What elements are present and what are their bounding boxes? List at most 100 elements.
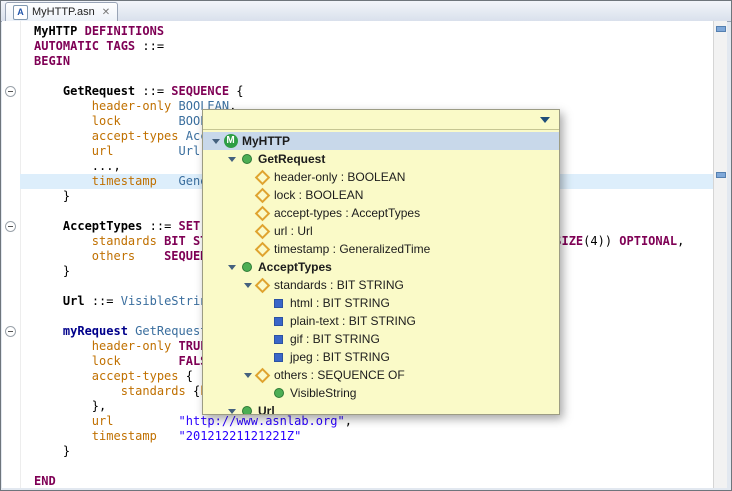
- code-token: [34, 339, 92, 353]
- type-icon: [238, 406, 255, 414]
- outline-filter-bar[interactable]: [203, 110, 559, 130]
- menu-dropdown-icon[interactable]: [540, 117, 550, 123]
- code-token: GetRequest: [135, 324, 207, 338]
- outline-item-label: timestamp : GeneralizedTime: [274, 242, 430, 256]
- code-line[interactable]: BEGIN: [34, 54, 714, 69]
- tab-title: MyHTTP.asn: [32, 6, 95, 18]
- outline-item-visiblestring[interactable]: VisibleString: [203, 384, 559, 402]
- outline-item-timestamp[interactable]: timestamp : GeneralizedTime: [203, 240, 559, 258]
- code-token: Url: [63, 294, 85, 308]
- code-line[interactable]: timestamp "20121221121221Z": [34, 429, 714, 444]
- code-line[interactable]: url "http://www.asnlab.org",: [34, 414, 714, 429]
- code-token: }: [34, 444, 70, 458]
- code-token: Url: [179, 144, 201, 158]
- type-icon: [270, 388, 287, 398]
- code-token: [179, 129, 186, 143]
- code-line[interactable]: GetRequest ::= SEQUENCE {: [34, 84, 714, 99]
- code-token: [34, 294, 63, 308]
- bit-icon: [270, 317, 287, 326]
- code-token: "http://www.asnlab.org": [179, 414, 345, 428]
- code-token: [34, 354, 92, 368]
- outline-item-getrequest[interactable]: GetRequest: [203, 150, 559, 168]
- code-token: [34, 174, 92, 188]
- code-token: [34, 324, 63, 338]
- outline-item-myhttp[interactable]: MMyHTTP: [203, 132, 559, 150]
- code-token: [113, 144, 178, 158]
- code-token: GetRequest: [63, 84, 135, 98]
- expand-arrow-icon[interactable]: [241, 373, 254, 378]
- code-token: ,: [677, 234, 684, 248]
- editor-tab-bar: A MyHTTP.asn ✕: [1, 1, 731, 22]
- code-token: END: [34, 474, 56, 488]
- field-icon: [254, 172, 271, 183]
- code-line[interactable]: [34, 459, 714, 474]
- code-token: SET: [179, 219, 201, 233]
- code-token: [34, 369, 92, 383]
- outline-item-url[interactable]: Url: [203, 402, 559, 414]
- field-icon: [254, 244, 271, 255]
- overview-ruler[interactable]: [713, 21, 727, 488]
- code-token: ...,: [34, 159, 121, 173]
- expand-arrow-icon[interactable]: [225, 409, 238, 414]
- tab-myhttp-asn[interactable]: A MyHTTP.asn ✕: [5, 2, 118, 21]
- code-token: DEFINITIONS: [85, 24, 164, 38]
- code-token: [34, 129, 92, 143]
- field-icon: [254, 226, 271, 237]
- code-token: ::=: [135, 39, 164, 53]
- outline-item-header-only[interactable]: header-only : BOOLEAN: [203, 168, 559, 186]
- code-token: standards: [92, 234, 157, 248]
- code-line[interactable]: END: [34, 474, 714, 488]
- code-token: others: [92, 249, 135, 263]
- collapse-icon[interactable]: [5, 86, 16, 97]
- expand-arrow-icon[interactable]: [209, 139, 222, 144]
- collapse-icon[interactable]: [5, 221, 16, 232]
- code-token: {: [179, 369, 193, 383]
- expand-arrow-icon[interactable]: [225, 157, 238, 162]
- code-token: accept-types: [92, 129, 179, 143]
- outline-item-accept-types[interactable]: accept-types : AcceptTypes: [203, 204, 559, 222]
- collapse-icon[interactable]: [5, 326, 16, 337]
- expand-arrow-icon[interactable]: [241, 283, 254, 288]
- outline-item-jpeg[interactable]: jpeg : BIT STRING: [203, 348, 559, 366]
- outline-item-url[interactable]: url : Url: [203, 222, 559, 240]
- code-token: [34, 99, 92, 113]
- quick-outline-popup: MMyHTTPGetRequest header-only : BOOLEAN lo…: [202, 109, 560, 415]
- code-token: [121, 354, 179, 368]
- outline-item-label: accept-types : AcceptTypes: [274, 206, 420, 220]
- outline-item-plain-text[interactable]: plain-text : BIT STRING: [203, 312, 559, 330]
- code-token: {: [186, 384, 200, 398]
- code-token: }: [34, 264, 70, 278]
- outline-item-label: Url: [258, 404, 275, 414]
- code-token: [34, 414, 92, 428]
- code-token: url: [92, 414, 114, 428]
- code-line[interactable]: MyHTTP DEFINITIONS: [34, 24, 714, 39]
- fold-gutter: [2, 21, 21, 488]
- code-token: [171, 99, 178, 113]
- code-token: (4)): [583, 234, 619, 248]
- outline-item-html[interactable]: html : BIT STRING: [203, 294, 559, 312]
- code-token: ::=: [85, 294, 121, 308]
- outline-item-lock[interactable]: lock : BOOLEAN: [203, 186, 559, 204]
- field-icon: [254, 280, 271, 291]
- close-icon[interactable]: ✕: [102, 7, 110, 18]
- outline-item-accepttypes[interactable]: AcceptTypes: [203, 258, 559, 276]
- overview-marker[interactable]: [716, 26, 726, 32]
- outline-item-standards[interactable]: standards : BIT STRING: [203, 276, 559, 294]
- code-line[interactable]: AUTOMATIC TAGS ::=: [34, 39, 714, 54]
- outline-item-label: others : SEQUENCE OF: [274, 368, 405, 382]
- code-token: }: [34, 189, 70, 203]
- outline-item-others[interactable]: others : SEQUENCE OF: [203, 366, 559, 384]
- code-line[interactable]: }: [34, 444, 714, 459]
- code-token: AcceptTypes: [63, 219, 142, 233]
- outline-item-label: header-only : BOOLEAN: [274, 170, 405, 184]
- field-icon: [254, 208, 271, 219]
- code-token: [157, 429, 179, 443]
- outline-item-label: plain-text : BIT STRING: [290, 314, 416, 328]
- expand-arrow-icon[interactable]: [225, 265, 238, 270]
- code-line[interactable]: [34, 69, 714, 84]
- code-token: [113, 414, 178, 428]
- overview-marker[interactable]: [716, 172, 726, 178]
- outline-item-gif[interactable]: gif : BIT STRING: [203, 330, 559, 348]
- code-token: OPTIONAL: [619, 234, 677, 248]
- code-token: ::=: [135, 84, 171, 98]
